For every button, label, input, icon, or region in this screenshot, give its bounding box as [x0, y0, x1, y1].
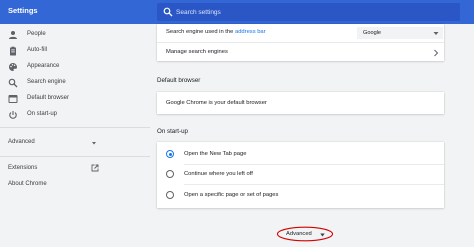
person-icon — [9, 31, 17, 39]
sidebar-item-label: On start-up — [27, 111, 58, 117]
sidebar-item-appearance[interactable]: Appearance — [0, 59, 150, 75]
search-engine-select[interactable]: Google — [357, 27, 443, 39]
on-startup-card: Open the New Tab page Continue where you… — [157, 142, 444, 208]
advanced-button-label: Advanced — [286, 231, 312, 237]
sidebar-item-people[interactable]: People — [0, 27, 150, 43]
sidebar-item-search-engine[interactable]: Search engine — [0, 75, 150, 91]
divider — [0, 156, 150, 157]
palette-icon — [9, 63, 17, 71]
sidebar-item-label: Extensions — [8, 165, 38, 171]
browser-window-icon — [8, 95, 18, 103]
search-engine-description: Search engine used in the address bar — [166, 29, 266, 35]
top-bar: Settings — [0, 0, 474, 24]
sidebar-item-label: Appearance — [27, 63, 60, 69]
sidebar-item-default-browser[interactable]: Default browser — [0, 91, 150, 107]
search-icon — [8, 78, 18, 88]
search-engine-card: Search engine used in the address bar Go… — [157, 24, 444, 61]
radio-label[interactable]: Open a specific page or set of pages — [184, 192, 278, 198]
search-input[interactable] — [176, 6, 446, 18]
search-engine-selected: Google — [363, 30, 382, 36]
advanced-button[interactable]: Advanced — [276, 226, 334, 242]
sidebar-item-on-startup[interactable]: On start-up — [0, 107, 150, 123]
sidebar-item-autofill[interactable]: Auto-fill — [0, 43, 150, 59]
sidebar-advanced-toggle[interactable]: Advanced — [0, 135, 150, 151]
sidebar: People Auto-fill Appearance Search engin… — [0, 24, 150, 247]
search-icon — [163, 7, 173, 17]
caret-down-icon — [320, 233, 325, 237]
radio-open-specific-pages[interactable] — [166, 191, 174, 199]
sidebar-item-label: People — [27, 31, 46, 37]
divider — [184, 164, 444, 165]
clipboard-icon — [10, 46, 16, 56]
caret-down-icon — [92, 142, 96, 145]
divider — [184, 184, 444, 185]
default-browser-heading: Default browser — [157, 77, 201, 84]
default-browser-status: Google Chrome is your default browser — [166, 100, 267, 106]
sidebar-item-label: Auto-fill — [27, 47, 48, 53]
divider — [0, 127, 150, 128]
chevron-right-icon — [434, 49, 439, 57]
search-box[interactable] — [157, 3, 460, 21]
divider — [157, 42, 444, 43]
caret-down-icon — [433, 32, 439, 35]
radio-label[interactable]: Continue where you left off — [184, 171, 253, 177]
sidebar-item-extensions[interactable]: Extensions — [0, 161, 150, 177]
external-link-icon — [91, 164, 99, 172]
page-title: Settings — [8, 6, 38, 15]
radio-continue-where-left-off[interactable] — [166, 170, 174, 178]
on-startup-heading: On start-up — [157, 128, 188, 135]
radio-label[interactable]: Open the New Tab page — [184, 151, 246, 157]
power-icon — [9, 111, 17, 119]
sidebar-item-label: Advanced — [8, 139, 35, 145]
sidebar-item-about-chrome[interactable]: About Chrome — [0, 177, 150, 193]
manage-search-engines-row[interactable]: Manage search engines — [166, 49, 228, 55]
default-browser-card: Google Chrome is your default browser — [157, 92, 444, 114]
radio-open-new-tab[interactable] — [166, 150, 174, 158]
address-bar-link[interactable]: address bar — [235, 29, 266, 35]
sidebar-item-label: About Chrome — [8, 181, 47, 187]
sidebar-item-label: Search engine — [27, 79, 66, 85]
sidebar-item-label: Default browser — [27, 95, 70, 101]
